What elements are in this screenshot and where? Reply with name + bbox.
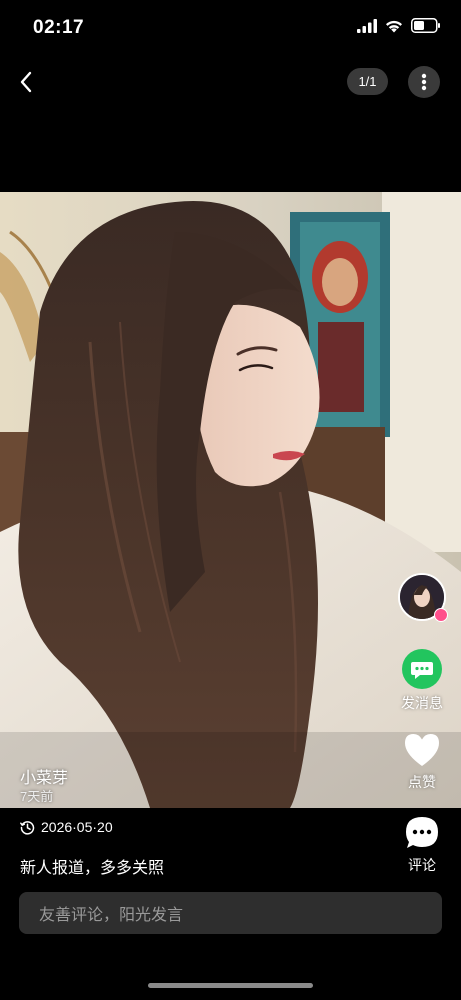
heart-icon [405, 734, 439, 766]
post-date: 2026·05·20 [20, 819, 113, 835]
avatar-badge [434, 608, 448, 622]
more-icon [421, 73, 427, 91]
message-label: 发消息 [401, 695, 443, 711]
back-icon [20, 71, 32, 93]
photo-image [0, 192, 461, 808]
more-button[interactable] [408, 66, 440, 98]
post-photo[interactable] [0, 192, 461, 808]
comment-button[interactable]: 评论 [392, 815, 452, 875]
comment-label: 评论 [408, 857, 436, 873]
comment-input-placeholder: 友善评论，阳光发言 [39, 907, 184, 924]
back-button[interactable] [10, 66, 42, 98]
author-name[interactable]: 小菜芽 [20, 764, 68, 788]
clock-icon [20, 820, 35, 835]
chat-bubble-icon [402, 649, 442, 689]
comment-icon [406, 817, 438, 848]
message-button[interactable]: 发消息 [392, 649, 452, 713]
signal-icon [357, 18, 377, 33]
status-bar: 02:17 [0, 0, 461, 56]
post-text: 新人报道，多多关照 [20, 860, 165, 877]
status-icons [357, 18, 441, 33]
status-time: 02:17 [33, 17, 85, 38]
like-label: 点赞 [408, 774, 436, 790]
like-button[interactable]: 点赞 [392, 732, 452, 792]
post-date-text: 2026·05·20 [41, 819, 113, 835]
top-nav: 1/1 [0, 60, 461, 104]
author-post-time: 7天前 [20, 789, 54, 804]
wifi-icon [386, 20, 402, 32]
home-indicator[interactable] [148, 983, 313, 988]
battery-icon [411, 18, 440, 33]
comment-input[interactable]: 友善评论，阳光发言 [19, 892, 442, 934]
page-counter: 1/1 [347, 68, 388, 95]
